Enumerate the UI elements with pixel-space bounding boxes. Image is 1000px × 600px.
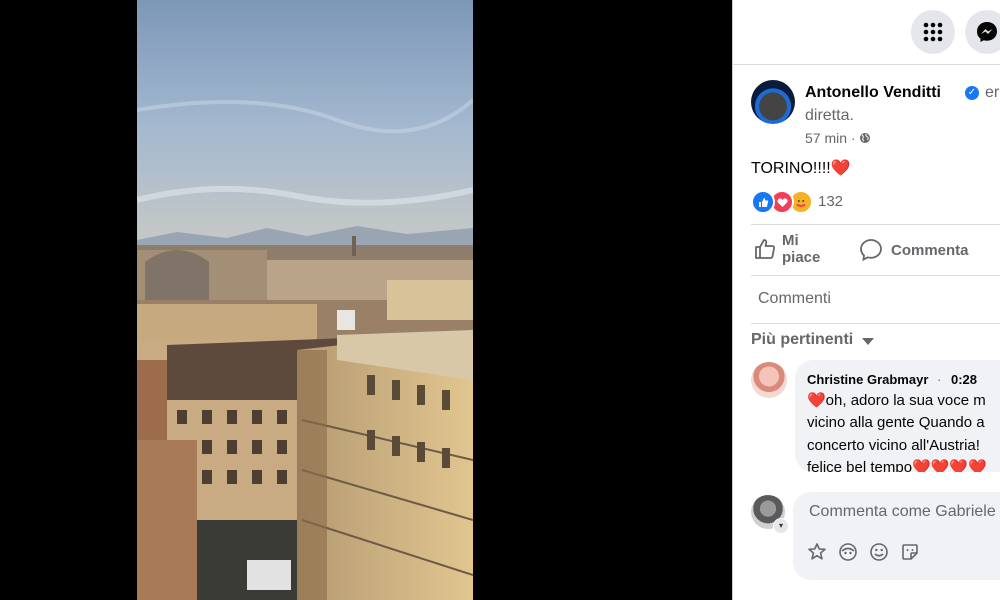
comment-text-line: vicino alla gente Quando a [807, 414, 985, 431]
like-label-line2: piace [782, 249, 821, 266]
comment-bubble-icon [860, 239, 882, 262]
globe-icon [860, 133, 871, 143]
like-button[interactable]: Mi piace [753, 232, 820, 266]
like-label-line1: Mi [782, 232, 799, 249]
messenger-icon [977, 22, 997, 42]
live-status-cont: diretta. [805, 107, 854, 124]
author-name[interactable]: Antonello Venditti [805, 84, 941, 102]
video-player[interactable] [0, 0, 732, 600]
comment-label: Commenta [891, 241, 969, 259]
comment-text-line: ❤️oh, adoro la sua voce m [807, 392, 986, 409]
video-image-turin-skyline [137, 0, 473, 600]
divider [751, 323, 1000, 324]
like-label: Mi piace [782, 232, 820, 266]
commenter-avatar[interactable] [751, 362, 787, 398]
post-caption: TORINO!!!!❤️ [751, 158, 851, 178]
comment-composer[interactable] [793, 492, 1000, 580]
menu-grid-icon [923, 22, 943, 42]
post-time[interactable]: 57 min [805, 130, 847, 146]
comment-input[interactable] [807, 502, 1000, 522]
divider [751, 275, 1000, 276]
comments-tab[interactable]: Commenti [758, 290, 831, 308]
heart-emoji: ❤️ [830, 160, 851, 177]
menu-button[interactable] [911, 10, 955, 54]
thumbs-up-icon [755, 239, 775, 259]
like-reaction-icon [751, 190, 775, 214]
comment-timestamp[interactable]: 0:28 [951, 372, 977, 387]
meta-separator: · [850, 130, 856, 146]
emoji-icon[interactable] [867, 540, 891, 564]
reaction-count: 132 [818, 193, 844, 210]
chevron-down-icon[interactable] [862, 338, 874, 345]
commenter-name[interactable]: Christine Grabmayr [807, 372, 928, 387]
comment-sort-dropdown[interactable]: Più pertinenti [751, 331, 853, 349]
post-side-panel: Antonello Venditti ✓ era in diretta. 57 … [732, 0, 1000, 600]
messenger-button[interactable] [965, 10, 1000, 54]
live-status: era in [985, 84, 1000, 101]
comment-text-line: felice bel tempo❤️❤️❤️❤️ [807, 459, 987, 472]
chevron-down-icon[interactable]: ▾ [773, 518, 789, 534]
post-caption-text: TORINO!!!! [751, 160, 831, 177]
divider [751, 224, 1000, 225]
comment-separator: · [937, 372, 942, 387]
author-avatar[interactable] [751, 80, 795, 124]
avatar-sticker-icon[interactable] [836, 540, 860, 564]
sticker-icon[interactable] [805, 540, 829, 564]
video-frame[interactable] [137, 0, 473, 600]
comment-text-line: concerto vicino all'Austria! [807, 437, 980, 454]
post-meta: 57 min · [805, 130, 871, 146]
comment-button[interactable]: Commenta [859, 238, 969, 262]
gif-sticker-icon[interactable] [898, 540, 922, 564]
verified-badge-icon: ✓ [965, 86, 979, 100]
top-bar [733, 0, 1000, 65]
comment-bubble: Christine Grabmayr · 0:28 ❤️oh, adoro la… [795, 360, 1000, 472]
